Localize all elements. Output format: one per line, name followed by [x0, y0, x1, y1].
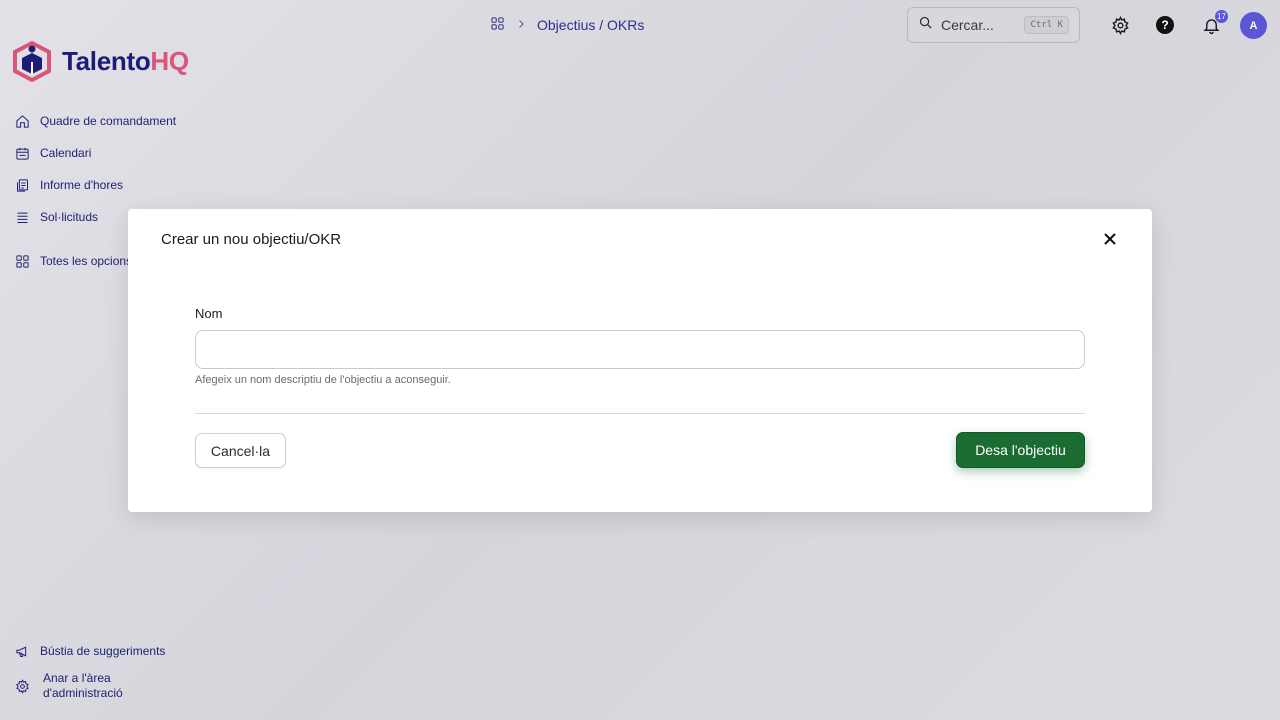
- apps-grid-icon[interactable]: [490, 16, 505, 34]
- gear-icon: [14, 678, 31, 695]
- settings-button[interactable]: [1109, 14, 1131, 36]
- name-input[interactable]: [195, 330, 1085, 369]
- admin-label-line1: Anar a l'àrea: [43, 671, 111, 685]
- logo-text-part1: Talento: [62, 45, 151, 76]
- sidebar-item-label: Quadre de comandament: [40, 114, 177, 128]
- sidebar-item-label: Bústia de suggeriments: [40, 644, 166, 658]
- search-placeholder[interactable]: Cercar...: [941, 17, 1016, 33]
- breadcrumb: Objectius / OKRs: [490, 16, 644, 34]
- close-modal-button[interactable]: [1102, 231, 1118, 247]
- search-shortcut-hint: Ctrl K: [1024, 16, 1069, 34]
- notification-count-badge: 17: [1215, 10, 1228, 23]
- help-button[interactable]: ?: [1154, 14, 1176, 36]
- close-icon: [1104, 233, 1116, 245]
- sidebar-item-calendar[interactable]: Calendari: [14, 142, 176, 164]
- logo-text-part2: HQ: [150, 45, 189, 76]
- breadcrumb-current[interactable]: Objectius / OKRs: [537, 17, 644, 33]
- sidebar-item-label: Totes les opcions: [40, 254, 133, 268]
- sidebar-item-time-report[interactable]: Informe d'hores: [14, 174, 176, 196]
- sidebar-item-admin[interactable]: Anar a l'àrea d'administració: [14, 670, 165, 702]
- name-field-help: Afegeix un nom descriptiu de l'objectiu …: [195, 374, 451, 386]
- modal-divider: [195, 413, 1085, 414]
- sidebar-item-label: Informe d'hores: [40, 178, 123, 192]
- help-icon: ?: [1156, 16, 1174, 34]
- sidebar-item-label: Sol·licituds: [40, 210, 99, 224]
- home-icon: [14, 113, 31, 130]
- sidebar-bottom-nav: Bústia de suggeriments Anar a l'àrea d'a…: [14, 640, 165, 710]
- logo-cube-icon: [13, 40, 51, 82]
- search-icon: [918, 15, 933, 35]
- sidebar-item-label: Calendari: [40, 146, 92, 160]
- grid-icon: [14, 253, 31, 270]
- cancel-button[interactable]: Cancel·la: [195, 433, 286, 468]
- megaphone-icon: [14, 643, 31, 660]
- chevron-right-icon: [515, 17, 527, 33]
- gear-icon: [1111, 15, 1129, 35]
- calendar-icon: [14, 145, 31, 162]
- sidebar-item-suggestions[interactable]: Bústia de suggeriments: [14, 640, 165, 662]
- logo-text: TalentoHQ: [62, 46, 189, 77]
- report-icon: [14, 177, 31, 194]
- sidebar-item-label: Anar a l'àrea d'administració: [43, 671, 123, 701]
- user-avatar[interactable]: A: [1240, 12, 1267, 39]
- sidebar-item-dashboard[interactable]: Quadre de comandament: [14, 110, 176, 132]
- admin-label-line2: d'administració: [43, 686, 123, 700]
- save-objective-button[interactable]: Desa l'objectiu: [956, 432, 1085, 468]
- search-box[interactable]: Cercar... Ctrl K: [907, 7, 1080, 43]
- list-icon: [14, 209, 31, 226]
- create-okr-modal: Crear un nou objectiu/OKR Nom Afegeix un…: [128, 209, 1152, 512]
- app-logo[interactable]: TalentoHQ: [12, 40, 189, 82]
- modal-title: Crear un nou objectiu/OKR: [161, 231, 342, 248]
- name-field-label: Nom: [195, 306, 223, 321]
